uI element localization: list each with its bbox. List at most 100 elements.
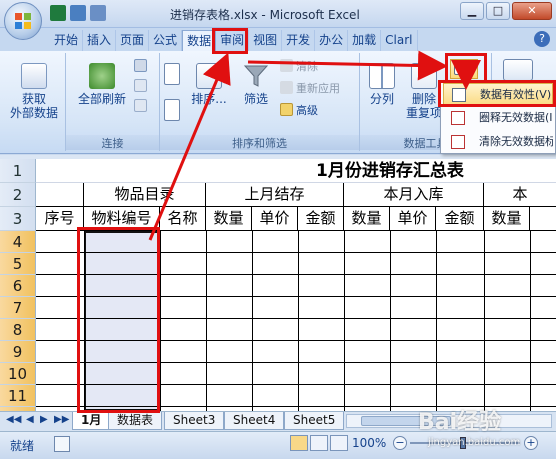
undo-icon[interactable] — [90, 5, 106, 21]
tab-data[interactable]: 数据 — [182, 30, 217, 52]
group-sort-filter: 排序... 筛选 清除 重新应用 高级 排序和筛选 — [160, 53, 360, 151]
last-sheet-icon[interactable]: ▶▶ — [54, 414, 69, 425]
office-button[interactable] — [4, 2, 42, 40]
worksheet-grid[interactable]: 1 2 3 4 5 6 7 8 9 10 11 12 1月份进销存汇总表 物品目… — [0, 159, 556, 411]
text-to-columns-button[interactable]: 分列 — [364, 63, 400, 106]
row-header-selected[interactable]: 8 — [0, 319, 36, 341]
normal-view-button[interactable] — [290, 435, 308, 451]
clear-button[interactable]: 清除 — [280, 59, 318, 75]
header-price[interactable]: 单价 — [252, 207, 298, 231]
advanced-label: 高级 — [296, 104, 318, 117]
filter-button[interactable]: 筛选 — [236, 63, 276, 106]
sort-za-button[interactable] — [164, 99, 183, 121]
ribbon-tabs: 开始 插入 页面 公式 数据 审阅 视图 开发 办公 加载 Clarl — [50, 30, 418, 52]
zoom-out-icon[interactable]: − — [393, 436, 407, 450]
help-icon[interactable]: ? — [534, 31, 550, 47]
tab-clarl[interactable]: Clarl — [381, 30, 418, 52]
cell[interactable] — [530, 207, 556, 231]
window-title: 进销存表格.xlsx - Microsoft Excel — [170, 8, 360, 22]
row-header-selected[interactable]: 4 — [0, 231, 36, 253]
row-header[interactable]: 3 — [0, 207, 36, 231]
clear-label: 清除 — [296, 60, 318, 73]
header-item-catalog[interactable]: 物品目录 — [84, 183, 206, 207]
save-icon[interactable] — [70, 5, 86, 21]
excel-app-icon — [50, 5, 66, 21]
menu-data-validation-label: 数据有效性(V) — [480, 88, 552, 101]
header-qty[interactable]: 数量 — [484, 207, 530, 231]
prev-sheet-icon[interactable]: ◀ — [26, 414, 34, 425]
menu-circle-invalid[interactable]: 圈释无效数据(I) — [443, 107, 553, 129]
advanced-filter-icon — [280, 103, 293, 116]
tab-review[interactable]: 审阅 — [216, 30, 250, 52]
next-sheet-icon[interactable]: ▶ — [40, 414, 48, 425]
header-this-month-in[interactable]: 本月入库 — [344, 183, 484, 207]
first-sheet-icon[interactable]: ◀◀ — [6, 414, 21, 425]
header-this-month-partial[interactable]: 本 — [484, 183, 556, 207]
sheet-tab-3[interactable]: Sheet3 — [164, 412, 225, 430]
page-layout-view-button[interactable] — [310, 435, 328, 451]
sheet-tab-data[interactable]: 数据表 — [108, 412, 163, 430]
properties-button[interactable] — [134, 79, 150, 95]
sheet-title[interactable]: 1月份进销存汇总表 — [316, 159, 464, 183]
maximize-button[interactable]: □ — [486, 2, 510, 20]
tab-home[interactable]: 开始 — [50, 30, 84, 52]
header-material-code[interactable]: 物料编号 — [84, 207, 160, 231]
tab-insert[interactable]: 插入 — [83, 30, 117, 52]
header-amount[interactable]: 金额 — [436, 207, 484, 231]
tab-office[interactable]: 办公 — [315, 30, 349, 52]
data-validation-menu: 数据有效性(V) 圈释无效数据(I) 清除无效数据标识圈 — [440, 80, 556, 154]
sort-button[interactable]: 排序... — [186, 63, 232, 106]
sheet-tab-4[interactable]: Sheet4 — [224, 412, 285, 430]
office-logo-icon — [15, 13, 31, 29]
zoom-in-icon[interactable]: + — [524, 436, 538, 450]
tab-addins[interactable]: 加载 — [348, 30, 382, 52]
outline-icon — [503, 59, 533, 81]
tab-formulas[interactable]: 公式 — [149, 30, 183, 52]
edit-links-button[interactable] — [134, 99, 150, 115]
sort-dialog-icon — [196, 63, 222, 89]
row-header-selected[interactable]: 11 — [0, 385, 36, 407]
row-header[interactable]: 2 — [0, 183, 36, 207]
row-header[interactable]: 1 — [0, 159, 36, 183]
header-qty[interactable]: 数量 — [344, 207, 390, 231]
menu-data-validation[interactable]: 数据有效性(V) — [443, 83, 553, 105]
menu-clear-circles-label: 清除无效数据标识圈 — [479, 135, 553, 148]
row-header-selected[interactable]: 10 — [0, 363, 36, 385]
row-header-selected[interactable]: 6 — [0, 275, 36, 297]
header-qty[interactable]: 数量 — [206, 207, 252, 231]
get-external-data-button[interactable]: 获取 外部数据 — [6, 63, 62, 120]
header-serial[interactable]: 序号 — [36, 207, 84, 231]
header-price[interactable]: 单价 — [390, 207, 436, 231]
minimize-button[interactable]: ▁ — [460, 2, 484, 20]
reapply-button[interactable]: 重新应用 — [280, 81, 340, 97]
sheet-tab-jan[interactable]: 1月 — [72, 412, 111, 430]
tab-view[interactable]: 视图 — [249, 30, 283, 52]
sort-az-button[interactable] — [164, 63, 183, 85]
menu-clear-circles[interactable]: 清除无效数据标识圈 — [443, 131, 553, 153]
refresh-all-label: 全部刷新 — [77, 92, 126, 106]
split-label: 分列 — [369, 92, 394, 106]
connections-button[interactable] — [134, 59, 150, 75]
row-header-selected[interactable]: 5 — [0, 253, 36, 275]
tab-page[interactable]: 页面 — [116, 30, 150, 52]
row-header-selected[interactable]: 9 — [0, 341, 36, 363]
zoom-level[interactable]: 100% — [352, 436, 386, 450]
tab-developer[interactable]: 开发 — [282, 30, 316, 52]
macro-record-icon[interactable] — [54, 436, 70, 452]
status-ready: 就绪 — [10, 439, 35, 453]
advanced-button[interactable]: 高级 — [280, 103, 318, 119]
connections-group-label: 连接 — [66, 135, 159, 150]
header-amount[interactable]: 金额 — [298, 207, 344, 231]
sheet-tab-5[interactable]: Sheet5 — [284, 412, 344, 430]
cell[interactable] — [36, 183, 84, 207]
watermark-url: jingyan.baidu.com — [428, 437, 521, 448]
row-header-selected[interactable]: 7 — [0, 297, 36, 319]
close-button[interactable]: ✕ — [512, 2, 552, 20]
header-name[interactable]: 名称 — [160, 207, 206, 231]
header-last-month[interactable]: 上月结存 — [206, 183, 344, 207]
sort-az-icon — [164, 63, 180, 85]
page-break-view-button[interactable] — [330, 435, 348, 451]
refresh-all-button[interactable]: 全部刷新 — [74, 63, 130, 106]
data-validation-button[interactable] — [450, 59, 478, 79]
link-icon — [134, 99, 147, 112]
